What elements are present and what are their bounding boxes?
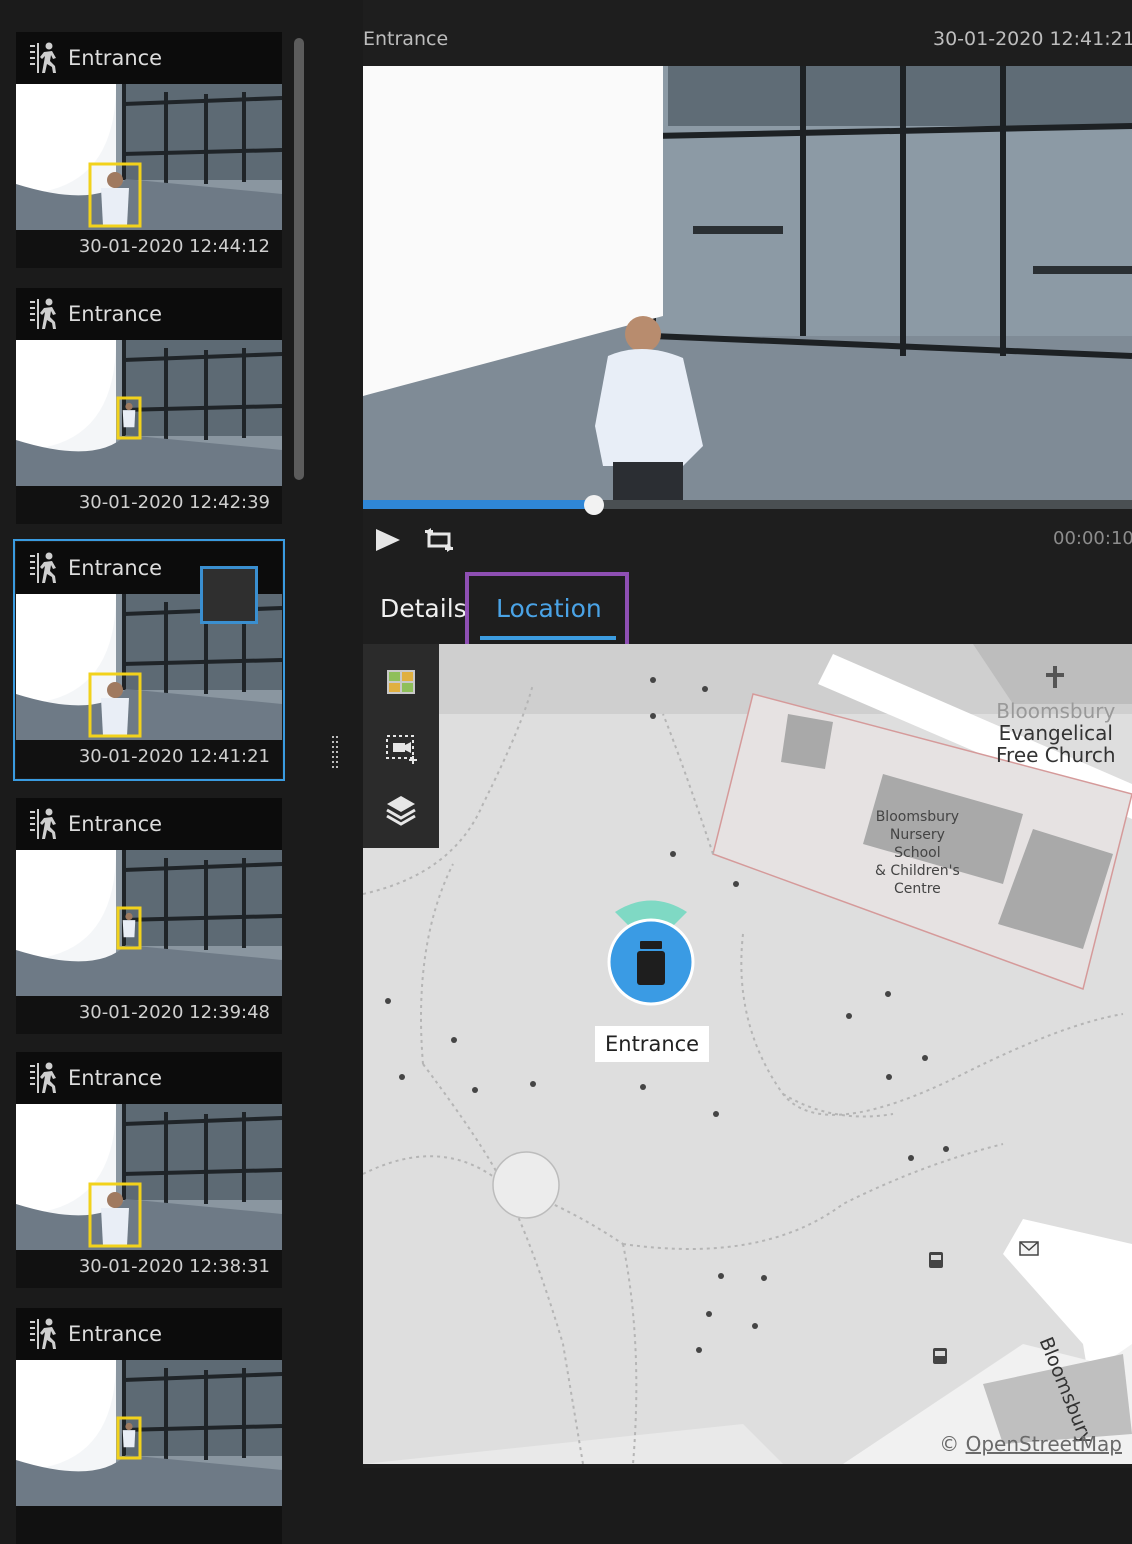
map-grid-icon[interactable] <box>381 662 421 702</box>
detected-person-head <box>107 172 123 188</box>
location-map[interactable]: Bloomsbury Evangelical Free Church Bloom… <box>363 644 1132 1464</box>
event-card-title: Entrance <box>68 1066 163 1090</box>
event-card-4[interactable]: Entrance 30-01-2020 12:39:48 <box>16 798 282 1034</box>
map-label-church-line1: Bloomsbury <box>996 699 1116 723</box>
map-label-church: Bloomsbury Evangelical Free Church <box>996 700 1116 766</box>
map-label-church-line2: Evangelical <box>998 721 1113 745</box>
map-attribution-prefix: © <box>939 1432 960 1456</box>
event-thumbnail <box>16 1104 282 1250</box>
map-label-school-line1: Bloomsbury <box>875 809 960 825</box>
event-card-header: Entrance <box>16 32 282 84</box>
map-attribution: © OpenStreetMap <box>939 1432 1122 1456</box>
map-toolbar <box>363 644 439 848</box>
motion-person-icon <box>30 1062 56 1093</box>
event-card-header: Entrance <box>16 288 282 340</box>
event-list: Entrance 30-01-2020 12:44:12 Entrance 30… <box>0 0 338 1544</box>
camera-map-label[interactable]: Entrance <box>595 1026 710 1062</box>
detected-person-head <box>125 1422 133 1431</box>
event-card-6[interactable]: Entrance <box>16 1308 282 1544</box>
event-card-5[interactable]: Entrance 30-01-2020 12:38:31 <box>16 1052 282 1288</box>
detected-person-head <box>125 402 133 411</box>
event-card-header: Entrance <box>16 1052 282 1104</box>
detected-person <box>101 1208 129 1246</box>
camera-select-icon[interactable] <box>381 728 421 768</box>
openstreetmap-link[interactable]: OpenStreetMap <box>966 1432 1122 1456</box>
event-thumbnail <box>16 1360 282 1506</box>
event-card-title: Entrance <box>68 556 163 580</box>
motion-person-icon <box>30 552 56 583</box>
detected-person-head <box>107 682 123 698</box>
event-card-header: Entrance <box>16 798 282 850</box>
bus-stop-icon <box>929 1252 943 1268</box>
map-label-school: Bloomsbury Nursery School & Children's C… <box>875 808 960 898</box>
playback-progress-fill <box>363 500 594 509</box>
play-icon[interactable] <box>373 526 403 554</box>
event-thumbnail <box>16 340 282 486</box>
event-card-timestamp: 30-01-2020 12:39:48 <box>78 1002 270 1023</box>
video-camera-name: Entrance <box>363 28 449 50</box>
map-label-school-line5: Centre <box>893 881 941 897</box>
selection-square <box>200 566 258 624</box>
event-card-timestamp: 30-01-2020 12:38:31 <box>78 1256 270 1277</box>
detected-person-head <box>107 1192 123 1208</box>
event-thumbnail <box>16 84 282 230</box>
motion-person-icon <box>30 808 56 839</box>
map-canvas <box>363 644 1132 1464</box>
detected-person <box>122 410 136 428</box>
motion-person-icon <box>30 42 56 73</box>
event-card-3[interactable]: Entrance 30-01-2020 12:41:21 <box>13 539 285 781</box>
layers-icon[interactable] <box>381 790 421 830</box>
detected-person <box>101 698 129 736</box>
event-card-title: Entrance <box>68 1322 163 1346</box>
post-box-icon <box>1019 1241 1039 1256</box>
event-list-scrollbar[interactable] <box>294 38 304 480</box>
event-card-timestamp: 30-01-2020 12:42:39 <box>78 492 270 513</box>
map-label-school-line2: Nursery <box>889 827 945 843</box>
splitter-handle[interactable] <box>332 736 338 772</box>
event-detail-pane: Entrance 30-01-2020 12:41:21 00:00:10 De… <box>363 0 1132 1468</box>
event-card-timestamp: 30-01-2020 12:44:12 <box>78 236 270 257</box>
event-thumbnail <box>16 850 282 996</box>
detected-person <box>122 920 136 938</box>
loop-icon[interactable] <box>423 526 455 554</box>
event-card-title: Entrance <box>68 46 163 70</box>
event-card-2[interactable]: Entrance 30-01-2020 12:42:39 <box>16 288 282 524</box>
event-card-header: Entrance <box>16 1308 282 1360</box>
video-player[interactable] <box>363 66 1132 500</box>
event-card-timestamp: 30-01-2020 12:41:21 <box>78 746 270 767</box>
event-card-title: Entrance <box>68 812 163 836</box>
event-card-1[interactable]: Entrance 30-01-2020 12:44:12 <box>16 32 282 268</box>
detected-person <box>101 188 129 226</box>
playback-scrubber-handle[interactable] <box>583 495 604 515</box>
map-label-school-line3: School <box>894 845 941 861</box>
motion-person-icon <box>30 1318 56 1349</box>
bus-stop-icon <box>933 1348 947 1364</box>
tab-details[interactable]: Details <box>380 594 467 623</box>
playback-progress-bar[interactable] <box>363 495 1132 515</box>
detected-person <box>122 1430 136 1448</box>
video-timestamp: 30-01-2020 12:41:21 <box>933 28 1132 50</box>
event-card-title: Entrance <box>68 302 163 326</box>
map-label-school-line4: & Children's <box>875 863 960 879</box>
camera-marker-icon[interactable] <box>607 918 695 1006</box>
detected-person-head <box>125 912 133 921</box>
playback-duration: 00:00:10 <box>1053 528 1132 549</box>
map-label-church-line3: Free Church <box>996 743 1116 767</box>
motion-person-icon <box>30 298 56 329</box>
